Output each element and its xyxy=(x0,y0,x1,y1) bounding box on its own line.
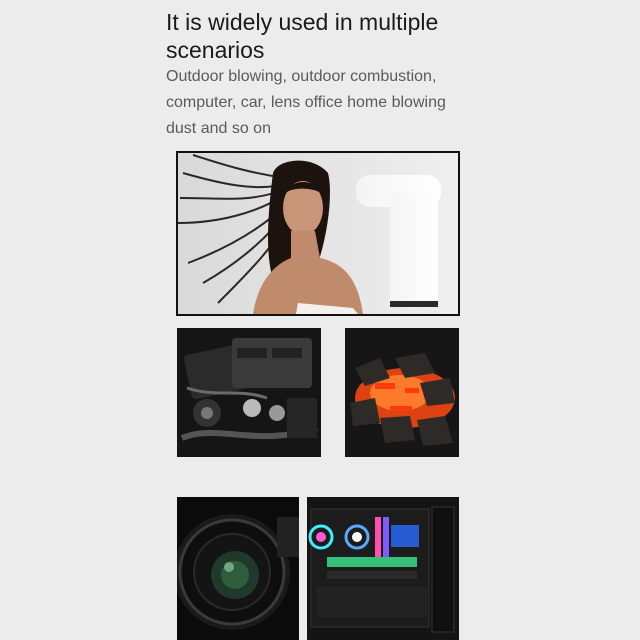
description-line-1: Outdoor blowing, outdoor combustion, xyxy=(166,68,437,85)
description-line-2: computer, car, lens office home blowing xyxy=(166,94,446,111)
car-engine-photo xyxy=(177,328,321,457)
scenario-description: Outdoor blowing, outdoor combustion, com… xyxy=(166,64,526,142)
description-line-3: dust and so on xyxy=(166,120,271,137)
hair-drying-photo xyxy=(176,151,460,316)
burning-charcoal-photo xyxy=(345,328,459,457)
hair-drying-illustration xyxy=(178,153,458,314)
engine-illustration xyxy=(177,328,321,457)
lens-illustration xyxy=(177,497,299,640)
section-title: It is widely used in multiple scenarios xyxy=(166,8,606,64)
title-line-2: scenarios xyxy=(166,37,265,63)
title-line-1: It is widely used in multiple xyxy=(166,9,439,35)
computer-illustration xyxy=(307,497,459,640)
computer-case-photo xyxy=(307,497,459,640)
charcoal-illustration xyxy=(345,328,459,457)
camera-lens-photo xyxy=(177,497,299,640)
